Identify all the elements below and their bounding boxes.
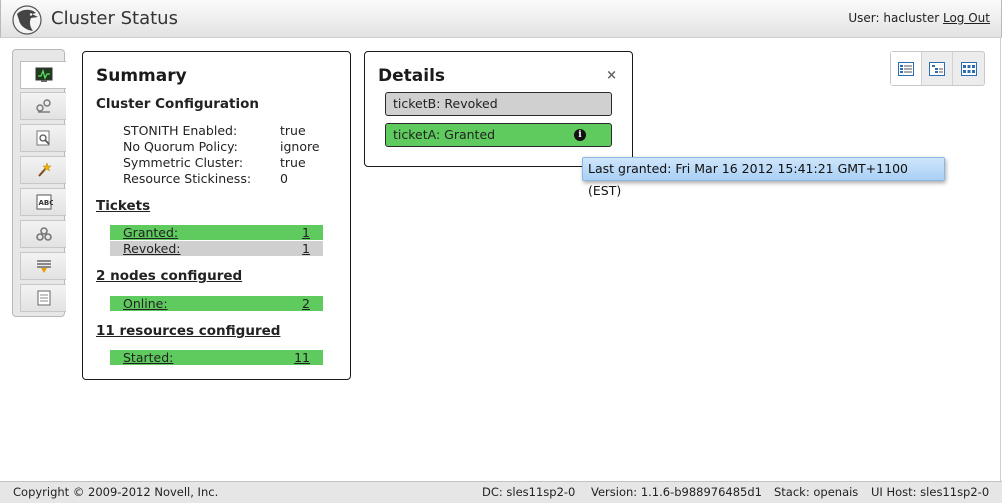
grid-view-button[interactable] — [953, 52, 984, 85]
cluster-config-heading: Cluster Configuration — [96, 96, 259, 112]
tree-view-button[interactable] — [922, 52, 953, 85]
right-divider — [1000, 38, 1001, 481]
gears-icon — [35, 227, 52, 241]
resources-heading-link[interactable]: 11 resources configured — [96, 323, 280, 339]
config-key: No Quorum Policy: — [123, 139, 238, 154]
copyright-text: Copyright © 2009-2012 Novell, Inc. — [13, 485, 219, 499]
info-icon[interactable]: i — [574, 129, 586, 141]
toolbar-simulator-button[interactable] — [20, 156, 66, 184]
dc-status: DC: sles11sp2-0 — [482, 485, 576, 499]
search-history-icon — [36, 130, 50, 146]
config-row: Resource Stickiness: 0 — [123, 171, 343, 187]
toolbar-templates-button[interactable]: ABC — [20, 188, 66, 216]
toolbar-setup-wizard-button[interactable] — [20, 92, 66, 120]
nodes-online-link[interactable]: Online: — [123, 296, 168, 311]
ticket-item-ticketA[interactable]: ticketA: Granted i — [385, 123, 612, 147]
filter-icon — [36, 260, 51, 273]
list-view-icon — [898, 61, 914, 76]
tickets-granted-link[interactable]: Granted: — [123, 225, 178, 240]
user-label: User: — [848, 11, 880, 25]
config-value: ignore — [280, 139, 320, 154]
svg-text:ABC: ABC — [38, 199, 53, 207]
resources-started-count[interactable]: 11 — [294, 350, 310, 365]
summary-title: Summary — [96, 66, 187, 86]
config-key: STONITH Enabled: — [123, 123, 238, 138]
config-value: 0 — [280, 171, 288, 186]
summary-panel: Summary Cluster Configuration STONITH En… — [82, 51, 351, 380]
tickets-revoked-count[interactable]: 1 — [302, 241, 310, 256]
toolbar-documentation-button[interactable] — [20, 284, 66, 312]
nodes-online-row: Online: 2 — [110, 296, 323, 311]
toolbar-dashboard-button[interactable] — [20, 61, 66, 89]
toolbar-access-control-button[interactable] — [20, 252, 66, 280]
details-title: Details — [378, 66, 446, 86]
config-row: Symmetric Cluster: true — [123, 155, 343, 171]
user-name: hacluster — [883, 11, 940, 25]
wizard-icon — [35, 99, 51, 113]
header-divider — [0, 37, 1002, 38]
tickets-heading-link[interactable]: Tickets — [96, 198, 150, 214]
config-value: true — [280, 155, 306, 170]
header-bar: Cluster Status User: hacluster Log Out — [0, 0, 1002, 38]
status-footer: Copyright © 2009-2012 Novell, Inc. DC: s… — [0, 481, 1002, 503]
resources-started-row: Started: 11 — [110, 350, 323, 365]
tickets-granted-row: Granted: 1 — [110, 225, 323, 240]
document-icon — [37, 290, 50, 306]
config-key: Symmetric Cluster: — [123, 155, 244, 170]
close-details-button[interactable]: × — [606, 68, 617, 83]
tickets-revoked-row: Revoked: 1 — [110, 241, 323, 256]
magic-wand-icon — [37, 162, 52, 177]
ticket-label: ticketA: Granted — [393, 127, 496, 142]
monitor-icon — [35, 67, 52, 82]
page-title: Cluster Status — [51, 8, 178, 29]
toolbar-history-explorer-button[interactable] — [20, 124, 66, 152]
config-row: STONITH Enabled: true — [123, 123, 343, 139]
hawk-logo-icon — [12, 5, 42, 35]
nodes-online-count[interactable]: 2 — [302, 296, 310, 311]
logout-link[interactable]: Log Out — [943, 11, 990, 25]
details-panel: Details × ticketB: Revoked ticketA: Gran… — [364, 51, 633, 167]
tickets-granted-count[interactable]: 1 — [302, 225, 310, 240]
grid-view-icon — [960, 61, 977, 76]
user-info: User: hacluster Log Out — [848, 11, 990, 25]
view-switcher — [890, 51, 985, 86]
ui-host-status: UI Host: sles11sp2-0 — [871, 485, 990, 499]
list-view-button[interactable] — [891, 52, 922, 85]
tree-view-icon — [929, 61, 945, 76]
toolbar-cib-settings-button[interactable] — [20, 220, 66, 248]
tickets-revoked-link[interactable]: Revoked: — [123, 241, 181, 256]
nodes-heading-link[interactable]: 2 nodes configured — [96, 268, 242, 284]
abc-template-icon: ABC — [36, 194, 53, 210]
left-toolbar: ABC — [12, 49, 66, 317]
config-key: Resource Stickiness: — [123, 171, 252, 186]
version-status: Version: 1.1.6-b988976485d1 — [591, 485, 762, 499]
ticket-tooltip: Last granted: Fri Mar 16 2012 15:41:21 G… — [582, 157, 945, 198]
stack-status: Stack: openais — [774, 485, 859, 499]
config-value: true — [280, 123, 306, 138]
config-row: No Quorum Policy: ignore — [123, 139, 343, 155]
ticket-item-ticketB[interactable]: ticketB: Revoked — [385, 92, 612, 116]
resources-started-link[interactable]: Started: — [123, 350, 173, 365]
